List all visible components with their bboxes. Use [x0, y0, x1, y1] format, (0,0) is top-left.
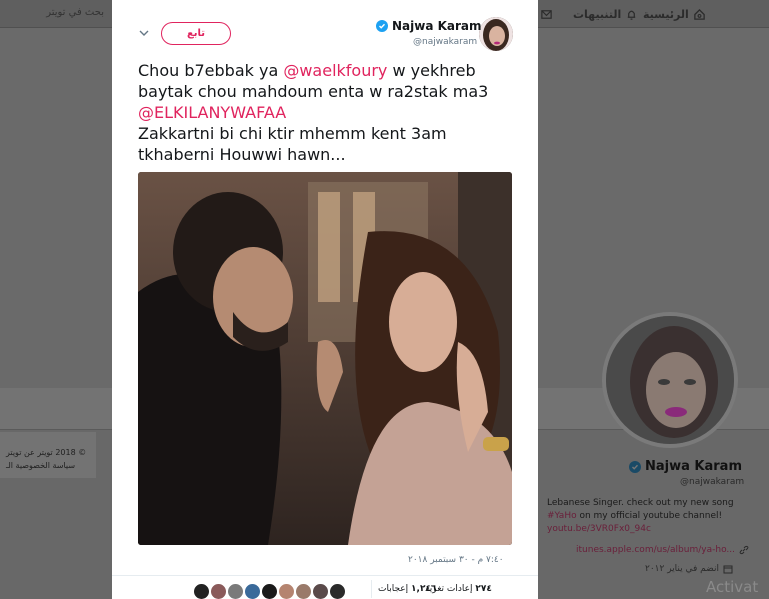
profile-url-text[interactable]: itunes.apple.com/us/album/ya-ho...	[576, 545, 735, 555]
search-input[interactable]: بحث في تويتر	[0, 3, 112, 23]
profile-bio: Lebanese Singer. check out my new song #…	[547, 497, 747, 536]
liker-avatar[interactable]	[262, 584, 277, 599]
author-name[interactable]: Najwa Karam	[376, 19, 482, 33]
verified-badge-icon	[629, 460, 641, 473]
nav-notifications-label: التنبيهات	[573, 7, 622, 21]
liker-avatar[interactable]	[313, 584, 328, 599]
mention-elkilanywafaa[interactable]: @ELKILANYWAFAA	[138, 103, 286, 122]
tweet-text-line-2: Zakkartni bi chi ktir mhemm kent 3am tkh…	[138, 124, 447, 164]
liker-avatar[interactable]	[245, 584, 260, 599]
liker-avatar[interactable]	[279, 584, 294, 599]
activate-windows-watermark: Activat	[706, 578, 759, 596]
bio-link[interactable]: youtu.be/3VR0Fx0_94c	[547, 524, 651, 534]
likes-stat[interactable]: ١,٢٤٦ إعجابات	[378, 584, 436, 594]
mention-waelkfoury[interactable]: @waelkfoury	[283, 61, 387, 80]
bio-text-2: on my official youtube channel!	[576, 511, 723, 521]
liker-avatar[interactable]	[211, 584, 226, 599]
author-photo	[479, 17, 513, 51]
tweet-photo-image	[138, 172, 512, 545]
tweet-text-line-1: Chou b7ebbak ya @waelkfoury w yekhreb ba…	[138, 60, 518, 123]
home-icon	[693, 8, 705, 20]
stats-divider	[371, 580, 372, 598]
tweet-text: Chou b7ebbak ya @waelkfoury w yekhreb ba…	[138, 60, 518, 165]
tweet-photo[interactable]	[138, 172, 512, 545]
retweets-count: ٢٧٤	[475, 584, 492, 594]
calendar-icon	[723, 565, 733, 574]
profile-handle: @najwakaram	[680, 477, 745, 487]
envelope-icon	[541, 9, 552, 19]
follow-button[interactable]: تابع	[161, 22, 231, 45]
footer: © 2018 تويتر عن تويتر سياسة الخصوصية الـ	[0, 432, 96, 478]
tweet-stats-bar: ٢٧٤ إعادات تغريد ١,٢٤٦ إعجابات	[112, 575, 538, 599]
profile-joined: انضم في يناير ٢٠١٢	[645, 564, 733, 574]
profile-joined-text: انضم في يناير ٢٠١٢	[645, 564, 719, 574]
liker-avatar[interactable]	[228, 584, 243, 599]
bell-icon	[628, 10, 636, 20]
bio-hashtag[interactable]: #YaHo	[547, 511, 577, 521]
liker-avatar[interactable]	[194, 584, 209, 599]
footer-line-2: سياسة الخصوصية الـ	[6, 461, 76, 470]
footer-line-1: © 2018 تويتر عن تويتر	[6, 448, 87, 457]
likes-count: ١,٢٤٦	[411, 584, 437, 594]
chevron-down-icon[interactable]	[138, 27, 150, 39]
tweet-modal: Najwa Karam @najwakaram تابع Chou b7ebba…	[112, 0, 538, 599]
profile-avatar[interactable]	[602, 312, 738, 448]
nav-notifications[interactable]: التنبيهات	[573, 0, 638, 28]
nav-home[interactable]: الرئيسية	[643, 0, 706, 28]
likes-label: إعجابات	[378, 584, 409, 594]
profile-name-text: Najwa Karam	[645, 459, 742, 474]
nav-messages[interactable]	[540, 0, 553, 28]
link-icon	[739, 545, 749, 555]
bio-text: Lebanese Singer. check out my new song	[547, 498, 734, 508]
profile-url[interactable]: itunes.apple.com/us/album/ya-ho...	[576, 545, 749, 555]
author-handle: @najwakaram	[413, 37, 478, 47]
liker-avatar[interactable]	[330, 584, 345, 599]
nav-home-label: الرئيسية	[643, 7, 689, 21]
liker-avatars	[194, 584, 345, 599]
author-avatar[interactable]	[479, 17, 513, 51]
liker-avatar[interactable]	[296, 584, 311, 599]
verified-badge-icon	[376, 20, 388, 32]
tweet-timestamp[interactable]: ٧:٤٠ م - ٣٠ سبتمبر ٢٠١٨	[408, 555, 504, 565]
author-name-text: Najwa Karam	[392, 19, 482, 33]
profile-name: Najwa Karam	[629, 459, 742, 474]
tweet-text-part-1: Chou b7ebbak ya	[138, 61, 284, 80]
